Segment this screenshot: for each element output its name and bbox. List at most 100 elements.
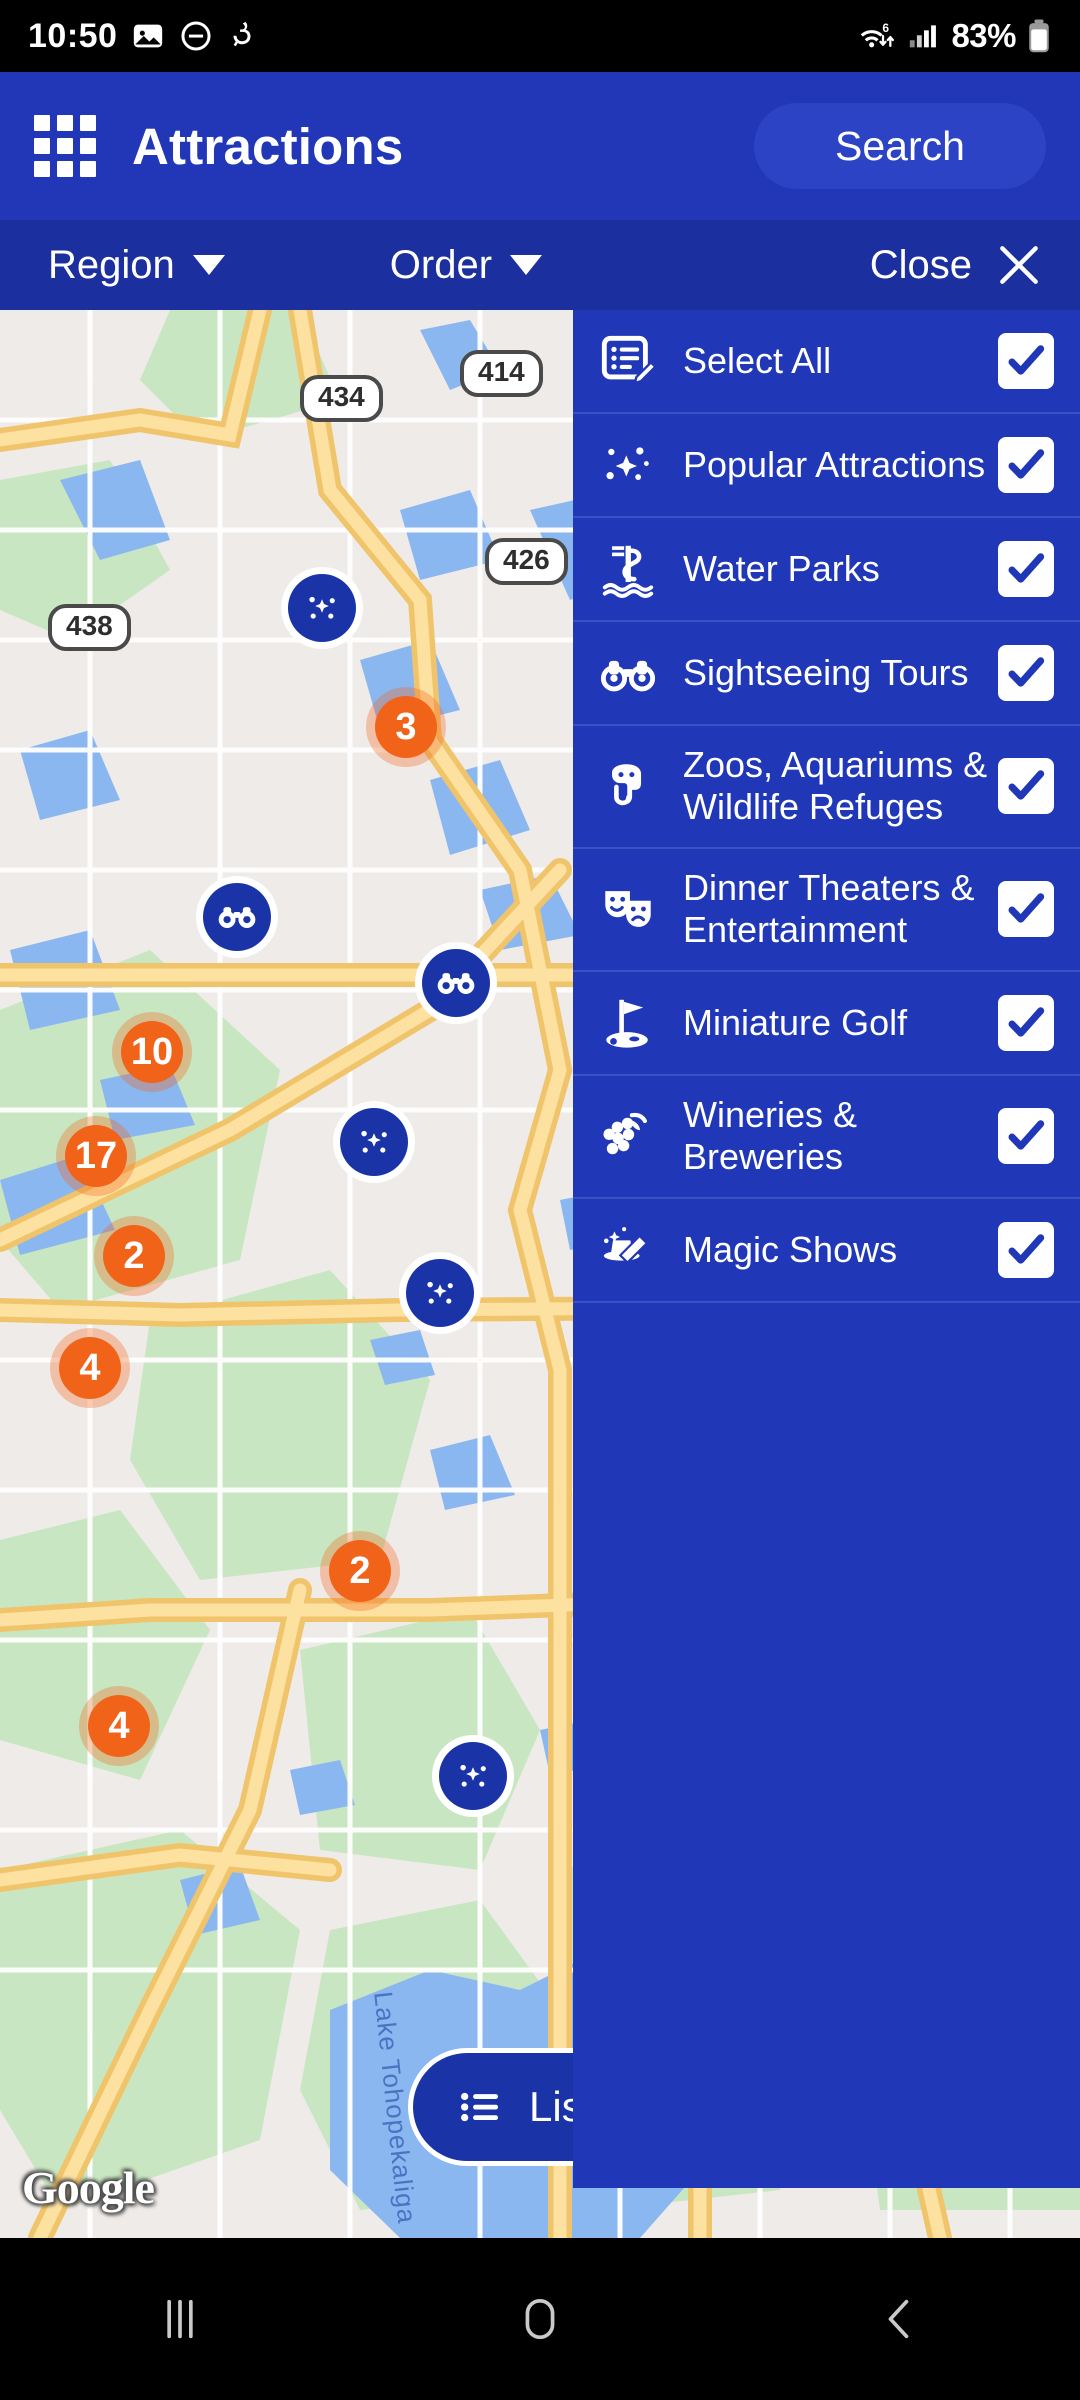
filter-checkbox[interactable]	[998, 994, 1054, 1051]
filter-item-popular-attractions[interactable]: Popular Attractions	[573, 414, 1080, 518]
filter-checkbox[interactable]	[998, 1108, 1054, 1165]
filter-item-label: Dinner Theaters & Entertainment	[683, 866, 975, 951]
map-marker-popular-attractions[interactable]	[439, 1742, 507, 1810]
close-label: Close	[869, 242, 972, 287]
sparkles-icon	[361, 1130, 387, 1153]
filter-item-label: Wineries & Breweries	[683, 1093, 858, 1178]
google-attribution: Google	[22, 2162, 155, 2213]
recents-icon	[167, 2299, 193, 2339]
sparkles-icon	[309, 596, 335, 619]
map-marker-sightseeing-tours[interactable]	[422, 949, 490, 1017]
filter-checkbox[interactable]	[998, 645, 1054, 701]
chevron-down-icon	[510, 255, 543, 275]
filter-bar: Region Order Close	[0, 220, 1080, 310]
sparkles-icon	[427, 1281, 453, 1304]
list-edit-icon	[597, 332, 659, 390]
checkmark-icon	[1008, 1007, 1045, 1037]
android-nav-bar	[0, 2238, 1080, 2400]
sparkles-icon	[460, 1764, 486, 1787]
recents-button[interactable]	[105, 2259, 255, 2379]
home-icon	[525, 2298, 555, 2340]
map-cluster-marker[interactable]: 3	[375, 696, 437, 758]
close-x-icon	[1000, 246, 1038, 284]
binoculars-icon	[437, 973, 475, 994]
back-button[interactable]	[825, 2259, 975, 2379]
map-cluster-marker[interactable]: 4	[88, 1695, 150, 1757]
highway-shield: 414	[460, 350, 543, 397]
checkmark-icon	[1008, 893, 1045, 924]
binoculars-icon	[597, 644, 659, 702]
elephant-icon	[597, 757, 659, 815]
sparkles-icon	[597, 436, 659, 494]
filter-item-water-parks[interactable]: Water Parks	[573, 518, 1080, 622]
filter-item-label: Popular Attractions	[683, 443, 986, 485]
grapes-icon	[597, 1107, 659, 1165]
bixby-routines-icon	[233, 21, 251, 47]
order-dropdown[interactable]: Order	[389, 242, 543, 288]
magic-hat-icon	[597, 1221, 659, 1279]
status-bar-right: 6 83%	[857, 17, 1052, 55]
battery-icon	[1029, 19, 1049, 53]
map-cluster-marker[interactable]: 2	[103, 1225, 165, 1287]
checkmark-icon	[1008, 1120, 1045, 1150]
filter-item-zoos-aquariums-wildlife-refuges[interactable]: Zoos, Aquariums & Wildlife Refuges	[573, 726, 1080, 849]
battery-percent: 83%	[951, 17, 1016, 54]
image-icon	[134, 24, 163, 48]
region-label: Region	[48, 242, 175, 287]
filter-item-label: Water Parks	[683, 547, 880, 589]
status-clock: 10:50	[28, 16, 118, 55]
filter-item-label: Magic Shows	[683, 1228, 898, 1270]
water-slide-icon	[597, 540, 659, 598]
region-dropdown[interactable]: Region	[48, 243, 225, 288]
golf-flag-icon	[597, 994, 659, 1052]
map-marker-sightseeing-tours[interactable]	[203, 883, 271, 951]
app-header: Attractions Search	[0, 72, 1080, 220]
filter-checkbox[interactable]	[998, 541, 1054, 597]
map-marker-popular-attractions[interactable]	[288, 574, 356, 642]
home-button[interactable]	[465, 2259, 615, 2379]
filter-item-dinner-theaters-entertainment[interactable]: Dinner Theaters & Entertainment	[573, 849, 1080, 972]
wifi-6-icon: 6	[861, 21, 895, 48]
highway-shield: 426	[485, 538, 568, 585]
cellular-signal-icon	[910, 25, 937, 48]
map-cluster-marker[interactable]: 2	[329, 1540, 391, 1602]
filter-item-label: Miniature Golf	[683, 1001, 908, 1043]
category-filter-panel: Select All Popular Attractions Water Par…	[573, 310, 1080, 2188]
map-cluster-marker[interactable]: 4	[59, 1337, 121, 1399]
svg-text:6: 6	[883, 21, 890, 35]
status-bar-left: 10:50	[28, 17, 261, 56]
filter-item-label: Zoos, Aquariums & Wildlife Refuges	[683, 744, 988, 828]
search-button[interactable]: Search	[754, 103, 1046, 189]
filter-item-label: Select All	[683, 339, 832, 381]
filter-item-select-all[interactable]: Select All	[573, 310, 1080, 414]
order-label: Order	[389, 242, 493, 287]
status-bar: 10:50 6 83%	[0, 0, 1080, 72]
back-icon	[888, 2299, 909, 2339]
phone-screen: 10:50 6 83% Attractions Search Region Or…	[0, 0, 1080, 2400]
map-cluster-marker[interactable]: 17	[65, 1125, 127, 1187]
close-button[interactable]: Close	[870, 240, 1044, 290]
checkmark-icon	[1008, 345, 1045, 375]
list-icon	[461, 2092, 499, 2122]
filter-checkbox[interactable]	[998, 758, 1054, 815]
highway-shield: 438	[48, 604, 131, 651]
filter-checkbox[interactable]	[998, 333, 1054, 389]
filter-checkbox[interactable]	[998, 437, 1054, 493]
chevron-down-icon	[192, 255, 225, 275]
map-marker-popular-attractions[interactable]	[340, 1108, 408, 1176]
filter-item-miniature-golf[interactable]: Miniature Golf	[573, 972, 1080, 1076]
filter-checkbox[interactable]	[998, 881, 1054, 938]
filter-item-magic-shows[interactable]: Magic Shows	[573, 1199, 1080, 1303]
checkmark-icon	[1008, 449, 1045, 479]
do-not-disturb-icon	[181, 21, 211, 51]
filter-item-wineries-breweries[interactable]: Wineries & Breweries	[573, 1076, 1080, 1199]
app-grid-icon[interactable]	[34, 115, 96, 177]
map-marker-popular-attractions[interactable]	[406, 1259, 474, 1327]
map-cluster-marker[interactable]: 10	[121, 1021, 183, 1083]
page-title: Attractions	[132, 117, 404, 175]
theater-masks-icon	[597, 880, 659, 938]
filter-item-sightseeing-tours[interactable]: Sightseeing Tours	[573, 622, 1080, 726]
filter-checkbox[interactable]	[998, 1221, 1054, 1278]
checkmark-icon	[1008, 770, 1045, 801]
checkmark-icon	[1008, 1234, 1045, 1264]
